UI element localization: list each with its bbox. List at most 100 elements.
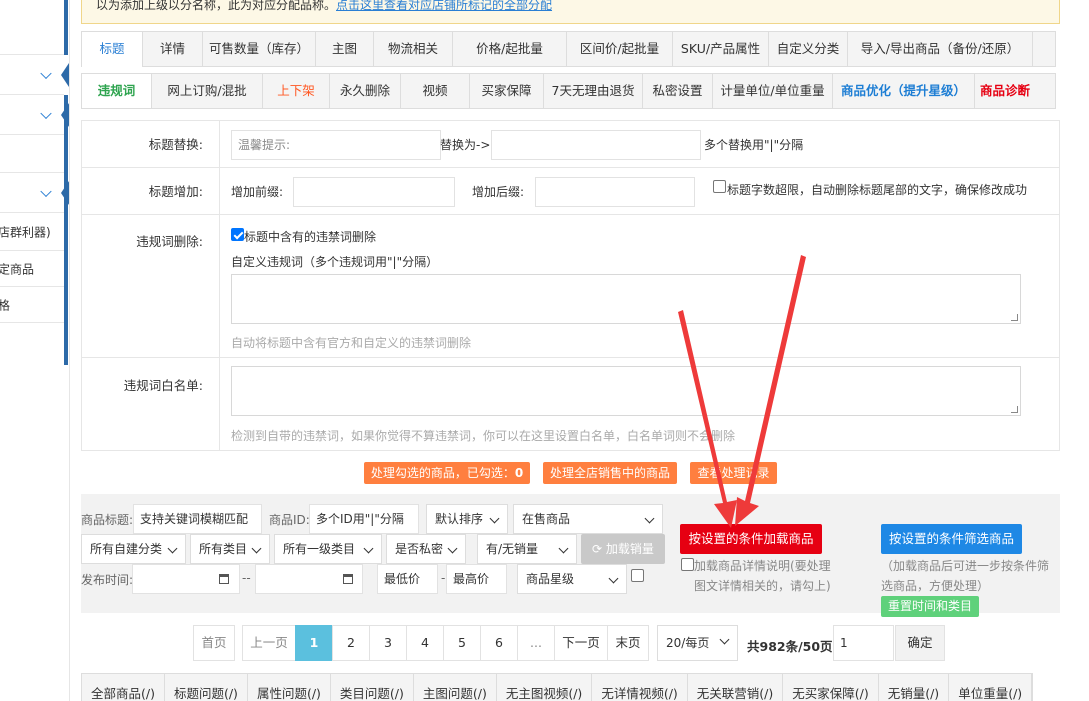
tab-diagnosis[interactable]: 商品诊断 [975,74,1035,108]
violation-hint: 自动将标题中含有官方和自定义的违禁词删除 [231,336,472,350]
sidebar-item-1[interactable] [0,0,64,55]
goto-confirm-button[interactable]: 确定 [895,625,945,661]
tab-range-price[interactable]: 区间价/起批量 [567,32,673,66]
tab-import-export[interactable]: 导入/导出商品（备份/还原） [848,32,1033,66]
sidebar-item-8[interactable] [0,323,64,363]
view-records-button[interactable]: 查看处理记录 [690,462,777,484]
status-select[interactable]: 在售商品 [513,504,663,534]
calendar-icon [343,574,353,584]
replace-to-input[interactable] [491,130,701,160]
tab-shelf[interactable]: 上下架 [263,74,330,108]
sub-tabs: 违规词 网上订购/混批 上下架 永久删除 视频 买家保障 7天无理由退货 私密设… [81,73,1056,109]
private-select[interactable]: 是否私密 [386,534,466,564]
auto-trim-checkbox[interactable] [713,180,726,193]
selected-count: 0 [514,466,524,480]
tab-unit-weight[interactable]: 计量单位/单位重量 [713,74,833,108]
title-filter-input[interactable]: 支持关键词模糊匹配 [133,504,262,534]
process-all-button[interactable]: 处理全店销售中的商品 [543,462,677,484]
tab-title-issues[interactable]: 标题问题(/) [165,674,248,701]
sidebar-item-shop-tool[interactable]: 店群利器) [0,213,64,251]
sidebar-item-2[interactable] [0,55,64,95]
tab-category-issues[interactable]: 类目问题(/) [331,674,414,701]
category-select[interactable]: 所有类目 [190,534,270,564]
tab-no-marketing[interactable]: 无关联营销(/) [688,674,784,701]
tab-attr-issues[interactable]: 属性问题(/) [248,674,331,701]
suffix-label: 增加后缀: [472,185,525,199]
page-3-button[interactable]: 3 [369,625,407,661]
sidebar-item-4[interactable] [0,135,64,173]
per-page-select[interactable]: 20/每页 [657,625,738,661]
goto-page-input[interactable]: 1 [833,625,894,661]
sidebar-item-fixed-goods[interactable]: 定商品 [0,251,64,287]
custom-violation-label: 自定义违规词（多个违规词用"|"分隔） [231,255,439,269]
row-whitelist: 违规词白名单: 检测到自带的违禁词，如果你觉得不算违禁词，你可以在这里设置白名单… [82,358,1059,451]
replace-from-input[interactable]: 温馨提示: [231,130,441,160]
first-category-select[interactable]: 所有一级类目 [274,534,382,564]
tab-price[interactable]: 价格/起批量 [453,32,567,66]
tab-no-main-video[interactable]: 无主图视频(/) [497,674,593,701]
custom-violation-textarea[interactable] [231,274,1021,324]
sidebar-item-price[interactable]: 格 [0,287,64,323]
whitelist-textarea[interactable] [231,366,1021,416]
sidebar-item-5[interactable] [0,173,64,213]
tab-privacy[interactable]: 私密设置 [643,74,713,108]
prev-page-button[interactable]: 上一页 [242,625,296,661]
load-detail-note: 加载商品详情说明(要处理图文详情相关的，请勾上) [694,559,831,593]
label-violation-delete: 违规词删除: [82,215,220,357]
tab-main-image[interactable]: 主图 [316,32,374,66]
load-by-condition-button[interactable]: 按设置的条件加载商品 [680,524,822,554]
tab-all-goods[interactable]: 全部商品(/) [82,674,165,701]
tab-no-detail-video[interactable]: 无详情视频(/) [592,674,688,701]
tab-unit-weight-issues[interactable]: 单位重量(/) [949,674,1033,701]
tab-stock[interactable]: 可售数量（库存） [203,32,316,66]
star-select[interactable]: 商品星级 [517,564,627,594]
tab-custom-category[interactable]: 自定义分类 [769,32,848,66]
load-detail-checkbox[interactable] [681,558,694,571]
star-checkbox[interactable] [631,569,644,582]
sidebar: 店群利器) 定商品 格 [0,0,70,701]
page-6-button[interactable]: 6 [480,625,518,661]
process-selected-button[interactable]: 处理勾选的商品，已勾选：0 [364,462,530,484]
suffix-input[interactable] [535,177,695,207]
load-sales-button[interactable]: ⟳ 加载销量 [581,534,665,564]
tab-video[interactable]: 视频 [401,74,470,108]
page-4-button[interactable]: 4 [406,625,444,661]
row-title-replace: 标题替换: 温馨提示: 替换为-> 多个替换用"|"分隔 [82,121,1059,168]
id-filter-input[interactable]: 多个ID用"|"分隔 [309,504,419,534]
next-page-button[interactable]: 下一页 [554,625,608,661]
label-whitelist: 违规词白名单: [82,358,220,451]
min-price-input[interactable]: 最低价 [377,564,438,594]
tab-return-policy[interactable]: 7天无理由退货 [544,74,643,108]
tab-sku[interactable]: SKU/产品属性 [673,32,769,66]
tab-no-protection[interactable]: 无买家保障(/) [783,674,879,701]
notice-link[interactable]: 点击这里查看对应店铺所标记的全部分配 [336,0,552,12]
page-2-button[interactable]: 2 [332,625,370,661]
tab-image-issues[interactable]: 主图问题(/) [414,674,497,701]
tab-detail[interactable]: 详情 [143,32,203,66]
custom-category-select[interactable]: 所有自建分类 [81,534,186,564]
tab-violation[interactable]: 违规词 [82,74,152,108]
tab-online-order[interactable]: 网上订购/混批 [152,74,263,108]
tab-delete[interactable]: 永久删除 [330,74,401,108]
sort-select[interactable]: 默认排序 [426,504,508,534]
page-1-button[interactable]: 1 [295,625,333,661]
prefix-input[interactable] [293,177,455,207]
page-5-button[interactable]: 5 [443,625,481,661]
filter-by-condition-button[interactable]: 按设置的条件筛选商品 [881,524,1022,554]
load-sales-label: 加载销量 [605,542,654,556]
label-title-replace: 标题替换: [82,121,220,167]
first-page-button[interactable]: 首页 [193,625,235,661]
max-price-input[interactable]: 最高价 [446,564,507,594]
tab-logistics[interactable]: 物流相关 [374,32,453,66]
tab-title[interactable]: 标题 [82,32,143,67]
chevron-down-icon [40,107,52,119]
tab-no-sales[interactable]: 无销量(/) [879,674,950,701]
last-page-button[interactable]: 末页 [607,625,649,661]
sidebar-item-3[interactable] [0,95,64,135]
reset-button[interactable]: 重置时间和类目 [881,596,979,617]
tab-buyer-protection[interactable]: 买家保障 [470,74,544,108]
tab-optimize[interactable]: 商品优化（提升星级） [833,74,975,108]
violation-delete-checkbox[interactable] [231,228,244,241]
result-tabs: 全部商品(/) 标题问题(/) 属性问题(/) 类目问题(/) 主图问题(/) … [81,673,1034,701]
sales-select[interactable]: 有/无销量 [477,534,577,564]
